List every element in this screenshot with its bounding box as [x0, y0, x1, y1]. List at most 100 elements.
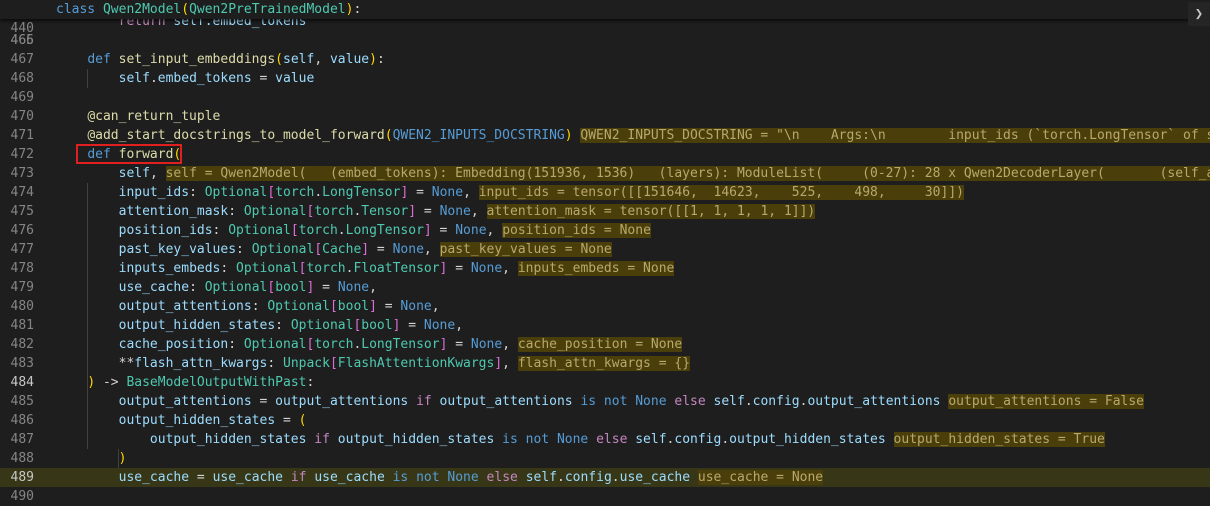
code-token: input_ids [118, 185, 190, 200]
code-token: , [502, 356, 518, 371]
line-number: 470 [10, 109, 34, 124]
code-line[interactable]: 467 def set_input_embeddings(self, value… [0, 50, 1210, 69]
code-token: else [486, 470, 518, 485]
code-token: Optional [228, 223, 291, 238]
code-text: inputs_embeds: Optional[torch.FloatTenso… [56, 259, 675, 278]
code-token: else [674, 394, 706, 409]
code-line[interactable]: 488 ) [0, 449, 1210, 468]
inline-debug-value: past_key_values = None [439, 242, 612, 257]
code-token: bool [337, 299, 370, 314]
code-token: is [580, 394, 597, 409]
code-token: [ [329, 299, 338, 314]
code-text: output_hidden_states if output_hidden_st… [56, 430, 1105, 449]
inline-debug-value: self = Qwen2Model( (embed_tokens): Embed… [165, 166, 1210, 181]
code-token: use_cache [314, 470, 385, 485]
code-token: None [556, 432, 589, 447]
line-number: 473 [10, 166, 34, 181]
code-token: position_ids [118, 223, 213, 238]
code-token: Qwen2Model [102, 2, 182, 17]
code-line[interactable]: 483 **flash_attn_kwargs: Unpack[FlashAtt… [0, 354, 1210, 373]
code-line[interactable]: 470 @can_return_tuple [0, 107, 1210, 126]
code-token: , [423, 242, 440, 257]
code-token: self [118, 71, 150, 86]
code-token: output_hidden_states [118, 318, 276, 333]
code-token: ) [118, 451, 127, 466]
code-line[interactable]: 475 attention_mask: Optional[torch.Tenso… [0, 202, 1210, 221]
code-token: , [149, 166, 166, 181]
code-line[interactable]: 490 [0, 487, 1210, 506]
code-line[interactable]: 468 self.embed_tokens = value [0, 69, 1210, 88]
code-token: [ [329, 356, 338, 371]
code-line[interactable]: 479 use_cache: Optional[bool] = None, [0, 278, 1210, 297]
code-token: class [56, 2, 96, 17]
code-token: Cache [322, 242, 362, 257]
code-line[interactable]: 484 ) -> BaseModelOutputWithPast: [0, 373, 1210, 392]
sticky-line[interactable]: 440 class Qwen2Model(Qwen2PreTrainedMode… [0, 0, 1210, 36]
code-text: @add_start_docstrings_to_model_forward(Q… [56, 126, 1210, 145]
code-line[interactable]: 480 output_attentions: Optional[bool] = … [0, 297, 1210, 316]
code-token: = [416, 204, 440, 219]
line-number: 471 [10, 128, 34, 143]
code-line[interactable]: 466 [0, 31, 1210, 50]
code-token: self [118, 166, 150, 181]
code-line[interactable]: 482 cache_position: Optional[torch.LongT… [0, 335, 1210, 354]
code-line[interactable]: 476 position_ids: Optional[torch.LongTen… [0, 221, 1210, 240]
code-token: Optional [204, 280, 268, 295]
code-token: , [431, 299, 440, 314]
code-token: -> [95, 375, 127, 390]
code-line[interactable]: 477 past_key_values: Optional[Cache] = N… [0, 240, 1210, 259]
code-token: use_cache [619, 470, 691, 485]
code-token: is [502, 432, 518, 447]
code-token: None [470, 261, 503, 276]
code-line[interactable]: 478 inputs_embeds: Optional[torch.FloatT… [0, 259, 1210, 278]
code-editor[interactable]: 440 class Qwen2Model(Qwen2PreTrainedMode… [0, 0, 1210, 504]
code-token: None [423, 318, 456, 333]
code-text: ) -> BaseModelOutputWithPast: [56, 373, 314, 392]
code-token: config [674, 432, 722, 447]
code-token: FlashAttentionKwargs [337, 356, 495, 371]
line-number: 482 [10, 337, 34, 352]
line-number: 476 [10, 223, 34, 238]
code-line[interactable]: 474 input_ids: Optional[torch.LongTensor… [0, 183, 1210, 202]
code-token: Qwen2PreTrainedModel [189, 2, 346, 17]
sticky-scroll-header[interactable]: 440 class Qwen2Model(Qwen2PreTrainedMode… [0, 0, 1210, 36]
code-line[interactable]: 486 output_hidden_states = ( [0, 411, 1210, 430]
code-token: . [149, 71, 158, 86]
code-token: self [713, 394, 745, 409]
code-token: = [251, 71, 276, 86]
code-token: : [189, 185, 205, 200]
code-token: @can_return_tuple [87, 109, 221, 124]
inline-debug-value: position_ids = None [502, 223, 651, 238]
code-token: [ [314, 242, 323, 257]
code-token: , [455, 318, 464, 333]
code-token: def [87, 52, 111, 67]
line-number: 490 [10, 489, 34, 504]
code-line[interactable]: 485 output_attentions = output_attention… [0, 392, 1210, 411]
code-token: Optional [243, 204, 307, 219]
code-token: : [236, 242, 252, 257]
code-line[interactable]: 473 self, self = Qwen2Model( (embed_toke… [0, 164, 1210, 183]
line-number: 489 [10, 470, 34, 485]
code-token: self [283, 52, 315, 67]
line-number: 481 [10, 318, 34, 333]
code-text: cache_position: Optional[torch.LongTenso… [56, 335, 683, 354]
chevron-right-icon[interactable]: ❯ [1188, 2, 1210, 26]
code-token: not [525, 432, 550, 447]
code-line[interactable]: 487 output_hidden_states if output_hidde… [0, 430, 1210, 449]
code-token: = [431, 223, 456, 238]
code-line[interactable]: 471 @add_start_docstrings_to_model_forwa… [0, 126, 1210, 145]
code-line[interactable]: 481 output_hidden_states: Optional[bool]… [0, 316, 1210, 335]
code-token: use_cache [118, 280, 190, 295]
code-line[interactable]: 489 use_cache = use_cache if use_cache i… [0, 468, 1210, 487]
indent-guide [87, 69, 88, 88]
code-token: BaseModelOutputWithPast [126, 375, 307, 390]
code-line[interactable]: 469 [0, 88, 1210, 107]
code-token: @add_start_docstrings_to_model_forward [87, 128, 385, 143]
